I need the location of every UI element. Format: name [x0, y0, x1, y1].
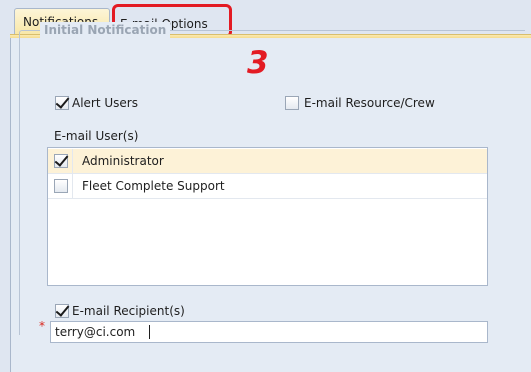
email-users-label: E-mail User(s) — [54, 129, 139, 143]
email-recipients-label: E-mail Recipient(s) — [72, 304, 185, 318]
email-recipients-checkbox[interactable] — [55, 304, 69, 318]
required-marker: * — [39, 319, 45, 333]
list-item-check-cell — [48, 174, 73, 198]
text-caret — [149, 325, 150, 339]
email-users-list: Administrator Fleet Complete Support — [47, 147, 488, 286]
alert-users-label: Alert Users — [72, 96, 138, 110]
email-settings-window: Notifications E-mail Options Initial Not… — [0, 0, 531, 372]
initial-notification-title: Initial Notification — [40, 22, 171, 38]
list-item-check-cell — [48, 149, 73, 173]
step-number-annotation: 3 — [247, 45, 269, 81]
alert-users-checkbox[interactable] — [55, 96, 69, 110]
list-item-label: Fleet Complete Support — [82, 179, 225, 193]
list-item[interactable]: Fleet Complete Support — [48, 174, 487, 199]
recipient-email-input[interactable] — [50, 321, 488, 343]
list-item-label: Administrator — [82, 154, 164, 168]
user-administrator-checkbox[interactable] — [54, 154, 68, 168]
email-resource-crew-label: E-mail Resource/Crew — [304, 96, 435, 110]
list-item[interactable]: Administrator — [48, 149, 487, 174]
user-fleet-complete-support-checkbox[interactable] — [54, 179, 68, 193]
email-resource-crew-checkbox[interactable] — [285, 96, 299, 110]
